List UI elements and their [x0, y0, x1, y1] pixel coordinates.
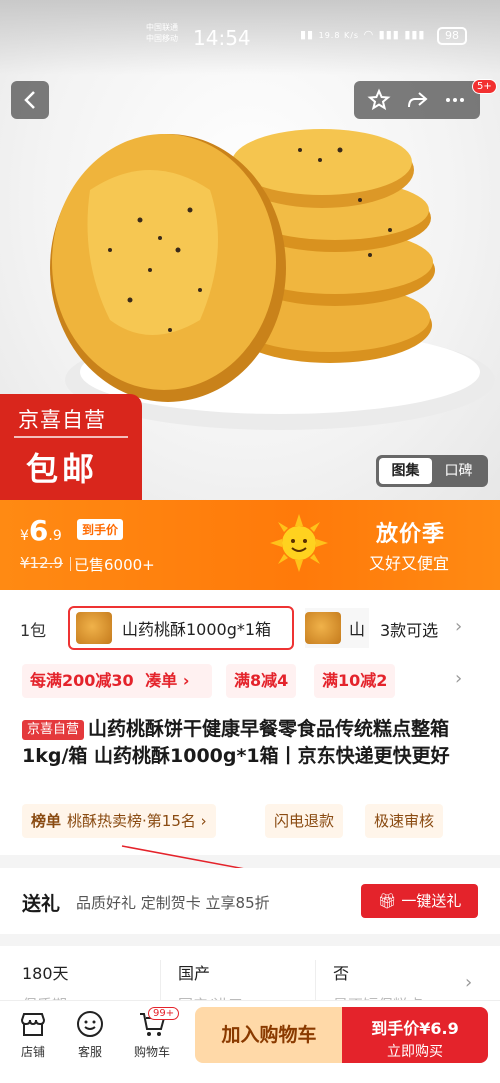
promo-add-on-link[interactable]: 凑单	[145, 671, 177, 690]
campaign-subtitle: 又好又便宜	[369, 554, 450, 573]
variant-thumbnail	[76, 612, 112, 644]
shop-icon	[20, 1013, 46, 1036]
star-icon[interactable]	[367, 88, 391, 112]
gift-section: 送礼 品质好礼 定制贺卡 立享85折 🎁︎ 一键送礼	[0, 868, 500, 934]
tab-reviews[interactable]: 口碑	[432, 458, 485, 484]
spec-value: 否	[333, 964, 350, 983]
variant-selector: 1包 山药桃酥1000g*1箱 山 3款可选 ›	[0, 602, 500, 652]
fast-refund-tag: 闪电退款	[265, 804, 344, 838]
promo-discount-200-30[interactable]: 每满200减30 凑单 ›	[22, 664, 212, 698]
promo-10-2[interactable]: 满10减2	[314, 664, 396, 698]
buy-now-button[interactable]: 到手价¥6.9 立即购买	[342, 1007, 488, 1063]
more-icon[interactable]	[443, 88, 467, 112]
product-title: 山药桃酥饼干健康早餐零食品传统糕点整箱1kg/箱 山药桃酥1000g*1箱丨京东…	[22, 718, 450, 767]
divider	[315, 960, 316, 1000]
divider	[160, 960, 161, 1000]
send-gift-button[interactable]: 🎁︎ 一键送礼	[361, 884, 478, 918]
wifi-icon: ◠ ▮▮▮ ▮▮▮	[363, 28, 426, 41]
gift-title: 送礼	[22, 893, 61, 915]
variant-selected-label: 山药桃酥1000g*1箱	[122, 620, 272, 639]
variant-thumbnail	[305, 612, 341, 644]
stamp-line-1: 京喜自营	[18, 408, 106, 432]
send-gift-label: 一键送礼	[401, 892, 462, 910]
campaign-title: 放价季	[376, 522, 446, 547]
ranking-tag[interactable]: 榜单 桃酥热卖榜·第15名 ›	[22, 804, 216, 838]
variant-prev[interactable]: 1包	[20, 617, 46, 641]
ranking-text: 桃酥热卖榜·第15名	[67, 812, 196, 830]
chevron-right-icon[interactable]: ›	[455, 616, 462, 637]
spec-value: 国产	[178, 964, 211, 983]
status-icons: ▮▮ 19.8 K/s ◠ ▮▮▮ ▮▮▮	[300, 28, 426, 41]
buy-now-label: 立即购买	[387, 1044, 443, 1060]
jingxi-free-shipping-stamp: 京喜自营 包邮	[0, 394, 142, 500]
original-price: ¥12.9	[20, 554, 63, 572]
price-integer: 6	[28, 514, 49, 547]
promo-row: 每满200减30 凑单 › 满8减4 满10减2 ›	[0, 664, 500, 700]
customer-service-button[interactable]: 客服	[65, 1009, 115, 1060]
buy-price-label: 到手价¥6.9	[371, 1019, 459, 1038]
fast-review-tag: 极速审核	[365, 804, 444, 838]
gift-description: 品质好礼 定制贺卡 立享85折	[76, 894, 270, 912]
variant-next[interactable]: 山	[305, 608, 369, 648]
promo-label: 每满200减30	[30, 671, 134, 690]
chevron-right-icon[interactable]: ›	[455, 668, 462, 689]
promo-8-4[interactable]: 满8减4	[226, 664, 297, 698]
carrier-2: 中国移动	[146, 34, 178, 43]
carrier-1: 中国联通	[146, 23, 178, 32]
gift-icon: 🎁︎	[377, 892, 397, 910]
top-action-group	[354, 81, 480, 119]
battery-indicator: 98	[437, 27, 467, 45]
cart-label: 购物车	[133, 1045, 170, 1059]
variant-next-label: 山	[349, 620, 366, 639]
bottom-action-bar: 店铺 客服 购物车 99+ 加入购物车 到手价¥6.9 立即购买	[0, 1000, 500, 1083]
service-label: 客服	[77, 1045, 102, 1059]
clock: 14:54	[193, 26, 251, 50]
service-tags: 榜单 桃酥热卖榜·第15名 › 闪电退款 极速审核	[22, 804, 482, 840]
gallery-toggle: 图集 口碑	[376, 455, 488, 487]
share-icon[interactable]	[405, 88, 429, 112]
price-tag-label: 到手价	[77, 519, 124, 540]
variant-count[interactable]: 3款可选	[380, 617, 438, 641]
net-speed: 19.8 K/s	[318, 31, 360, 40]
cart-count-badge: 99+	[148, 1007, 180, 1020]
sold-count: 已售6000+	[70, 556, 155, 574]
self-operated-badge: 京喜自营	[22, 720, 85, 740]
back-button[interactable]	[11, 81, 49, 119]
stamp-divider	[14, 436, 128, 438]
carrier-labels: 中国联通 中国移动	[146, 22, 178, 44]
stamp-line-2: 包邮	[26, 450, 99, 488]
currency-symbol: ¥	[20, 528, 29, 544]
shop-label: 店铺	[20, 1045, 45, 1059]
chevron-left-icon	[24, 91, 35, 109]
sun-mascot-icon	[270, 514, 328, 572]
chevron-right-icon[interactable]: ›	[465, 972, 472, 993]
status-bar: 中国联通 中国移动 14:54 ▮▮ 19.8 K/s ◠ ▮▮▮ ▮▮▮ 98	[0, 0, 500, 70]
spec-row[interactable]: 180天 保质期 国产 国产/进口 否 是否短保糕点 ›	[0, 946, 500, 1014]
add-to-cart-button[interactable]: 加入购物车	[195, 1007, 343, 1063]
service-icon	[77, 1011, 103, 1037]
price-decimal: .9	[48, 528, 62, 544]
message-badge: 5+	[472, 79, 497, 94]
variant-selected[interactable]: 山药桃酥1000g*1箱	[68, 606, 294, 650]
signal-icon: ▮▮	[300, 28, 315, 41]
final-price: ¥6.9	[20, 514, 62, 547]
product-title-block: 京喜自营 山药桃酥饼干健康早餐零食品传统糕点整箱1kg/箱 山药桃酥1000g*1…	[22, 716, 482, 770]
ranking-label: 榜单	[31, 812, 62, 830]
tab-gallery[interactable]: 图集	[379, 458, 432, 484]
price-banner: ¥6.9 到手价 ¥12.9 已售6000+ 放价季 又好又便宜	[0, 500, 500, 590]
shop-button[interactable]: 店铺	[8, 1009, 58, 1060]
spec-value: 180天	[22, 964, 69, 983]
